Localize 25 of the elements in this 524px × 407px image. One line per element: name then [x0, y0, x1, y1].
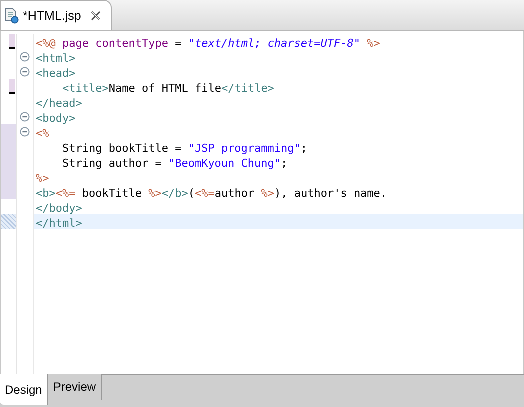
- collapse-icon[interactable]: [20, 126, 30, 136]
- collapse-icon[interactable]: [20, 52, 30, 62]
- code-line: %>: [36, 172, 50, 185]
- code-line: <title>Name of HTML file</title>: [61, 82, 274, 95]
- change-marker: [9, 79, 15, 94]
- change-marker: [9, 34, 15, 49]
- tab-title: *HTML.jsp: [23, 8, 82, 22]
- code-line: <body>: [36, 112, 76, 125]
- code-line: <%: [36, 127, 50, 140]
- code-line: String bookTitle = "JSP programming";: [61, 142, 308, 155]
- code-line: <b><%= bookTitle %></b>(<%=author %>), author's name.: [36, 187, 388, 200]
- code-line: </html>: [36, 217, 82, 230]
- code-line: <html>: [36, 52, 76, 65]
- page-tab[interactable]: Design: [0, 374, 48, 405]
- close-icon[interactable]: [91, 10, 102, 20]
- file-icon: [5, 8, 19, 24]
- code-line: </head>: [36, 97, 82, 110]
- code-line: String author = "BeomKyoun Chung";: [61, 157, 288, 170]
- code-line: </body>: [36, 202, 82, 215]
- code-line: <head>: [36, 67, 76, 80]
- editor-tab[interactable]: *HTML.jsp: [0, 0, 112, 30]
- page-tab[interactable]: Preview: [48, 374, 102, 400]
- collapse-icon[interactable]: [20, 66, 30, 76]
- code-line: <%@ page contentType = "text/html; charset=UTF-8" %>: [36, 37, 380, 50]
- collapse-icon[interactable]: [20, 112, 30, 122]
